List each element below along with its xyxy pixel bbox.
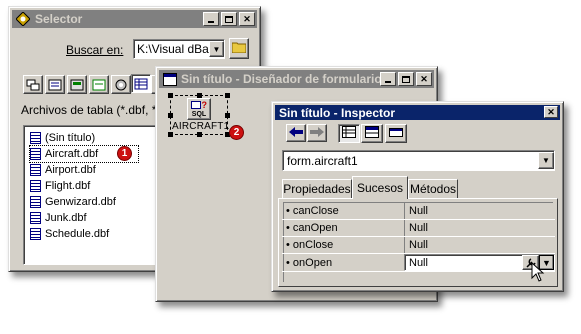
window-view-icon <box>389 126 403 141</box>
event-name: onClose <box>292 239 334 251</box>
event-row[interactable]: • canClose Null <box>282 203 555 220</box>
selection-handle[interactable] <box>225 113 230 118</box>
inspector-window: Sin título - Inspector ✕ form.aircraft1 … <box>271 101 564 292</box>
table-file-icon <box>30 180 41 192</box>
form-designer-app-icon <box>163 72 177 86</box>
minimize-button[interactable] <box>203 12 219 26</box>
minimize-icon <box>385 81 391 83</box>
close-button[interactable]: ✕ <box>416 72 432 86</box>
tab-metodos[interactable]: Métodos <box>408 179 458 198</box>
close-button[interactable]: ✕ <box>544 106 558 118</box>
selection-handle[interactable] <box>168 132 173 137</box>
inspector-titlebar[interactable]: Sin título - Inspector ✕ <box>275 105 560 120</box>
inspector-title: Sin título - Inspector <box>279 105 395 120</box>
callout-badge-1: 1 <box>117 146 132 161</box>
back-button[interactable] <box>286 124 306 142</box>
categorized-view-button[interactable] <box>338 124 360 143</box>
file-type-filter: Archivos de tabla (*.dbf, *.d <box>21 103 167 117</box>
search-label: Buscar en: <box>66 43 124 57</box>
maximize-button[interactable] <box>398 72 414 86</box>
mouse-cursor-icon <box>531 261 545 286</box>
list-item[interactable]: Schedule.dbf <box>30 226 109 242</box>
selector-titlebar[interactable]: Selector ✕ <box>12 10 257 28</box>
maximize-button[interactable] <box>221 12 237 26</box>
selection-handle[interactable] <box>197 132 202 137</box>
search-location-select[interactable]: K:\Visual dBas ▼ <box>133 39 225 59</box>
event-row[interactable]: • canOpen Null <box>282 220 555 237</box>
folder-icon <box>231 41 247 56</box>
forward-button[interactable] <box>307 124 327 142</box>
chevron-down-icon[interactable]: ▼ <box>209 41 224 57</box>
table-file-icon <box>30 164 41 176</box>
browse-folder-button[interactable] <box>229 38 249 59</box>
grid-view-icon <box>365 126 379 141</box>
list-item[interactable]: Airport.dbf <box>30 162 96 178</box>
selector-app-icon <box>15 11 31 27</box>
tab-reports-icon[interactable] <box>45 75 65 94</box>
close-icon: ✕ <box>243 13 251 24</box>
table-file-icon <box>30 148 41 160</box>
sql-icon-label: SQL <box>191 111 207 118</box>
alphabetic-view-button[interactable] <box>361 124 383 143</box>
component-label: AIRCRAFT1 <box>172 121 230 132</box>
minimize-icon <box>208 21 214 23</box>
tab-programs-icon[interactable] <box>111 75 131 94</box>
selector-title: Selector <box>35 12 83 26</box>
tab-queries-icon[interactable] <box>89 75 109 94</box>
event-row-selected[interactable]: • onOpen Null ▼ <box>282 254 555 272</box>
designer-titlebar[interactable]: Sin título - Diseñador de formularios ✕ <box>159 70 434 88</box>
callout-badge-2: 2 <box>229 125 244 140</box>
event-value[interactable]: Null <box>404 220 555 236</box>
list-item[interactable]: Genwizard.dbf <box>30 194 116 210</box>
close-icon: ✕ <box>547 106 555 117</box>
minimize-button[interactable] <box>380 72 396 86</box>
tab-forms-icon[interactable] <box>23 75 43 94</box>
table-file-icon <box>30 196 41 208</box>
event-value[interactable]: Null <box>404 237 555 253</box>
close-button[interactable]: ✕ <box>239 12 255 26</box>
list-item[interactable]: Flight.dbf <box>30 178 90 194</box>
event-value[interactable]: Null <box>404 203 555 219</box>
selection-handle[interactable] <box>225 93 230 98</box>
query-component[interactable]: ? SQL AIRCRAFT1 <box>168 93 230 137</box>
arrow-right-icon <box>310 126 324 140</box>
table-file-icon <box>30 132 41 144</box>
tab-tables-icon[interactable] <box>131 74 151 93</box>
tab-propiedades[interactable]: Propiedades <box>282 179 352 198</box>
table-file-icon <box>30 228 41 240</box>
arrow-left-icon <box>289 126 303 140</box>
event-value: Null <box>409 256 428 269</box>
list-item[interactable]: Junk.dbf <box>30 210 87 226</box>
event-name: canClose <box>292 205 339 217</box>
selection-handle[interactable] <box>168 113 173 118</box>
object-select-value: form.aircraft1 <box>287 153 358 168</box>
designer-title: Sin título - Diseñador de formularios <box>181 72 389 86</box>
object-select[interactable]: form.aircraft1 ▼ <box>282 150 555 171</box>
tab-sucesos[interactable]: Sucesos <box>352 176 408 199</box>
event-name: onOpen <box>292 256 333 269</box>
sql-query-icon: ? SQL <box>187 98 211 120</box>
properties-only-button[interactable] <box>385 124 407 143</box>
search-location-value: K:\Visual dBas <box>137 42 209 56</box>
list-view-icon <box>342 126 356 141</box>
maximize-icon <box>225 15 233 23</box>
chevron-down-icon[interactable]: ▼ <box>538 152 554 169</box>
event-row[interactable]: • onClose Null <box>282 237 555 254</box>
maximize-icon <box>402 75 410 83</box>
close-icon: ✕ <box>420 73 428 84</box>
tab-labels-icon[interactable] <box>67 75 87 94</box>
selection-handle[interactable] <box>168 93 173 98</box>
list-item[interactable]: (Sin título) <box>30 130 95 146</box>
event-name: canOpen <box>292 222 338 234</box>
table-file-icon <box>30 212 41 224</box>
